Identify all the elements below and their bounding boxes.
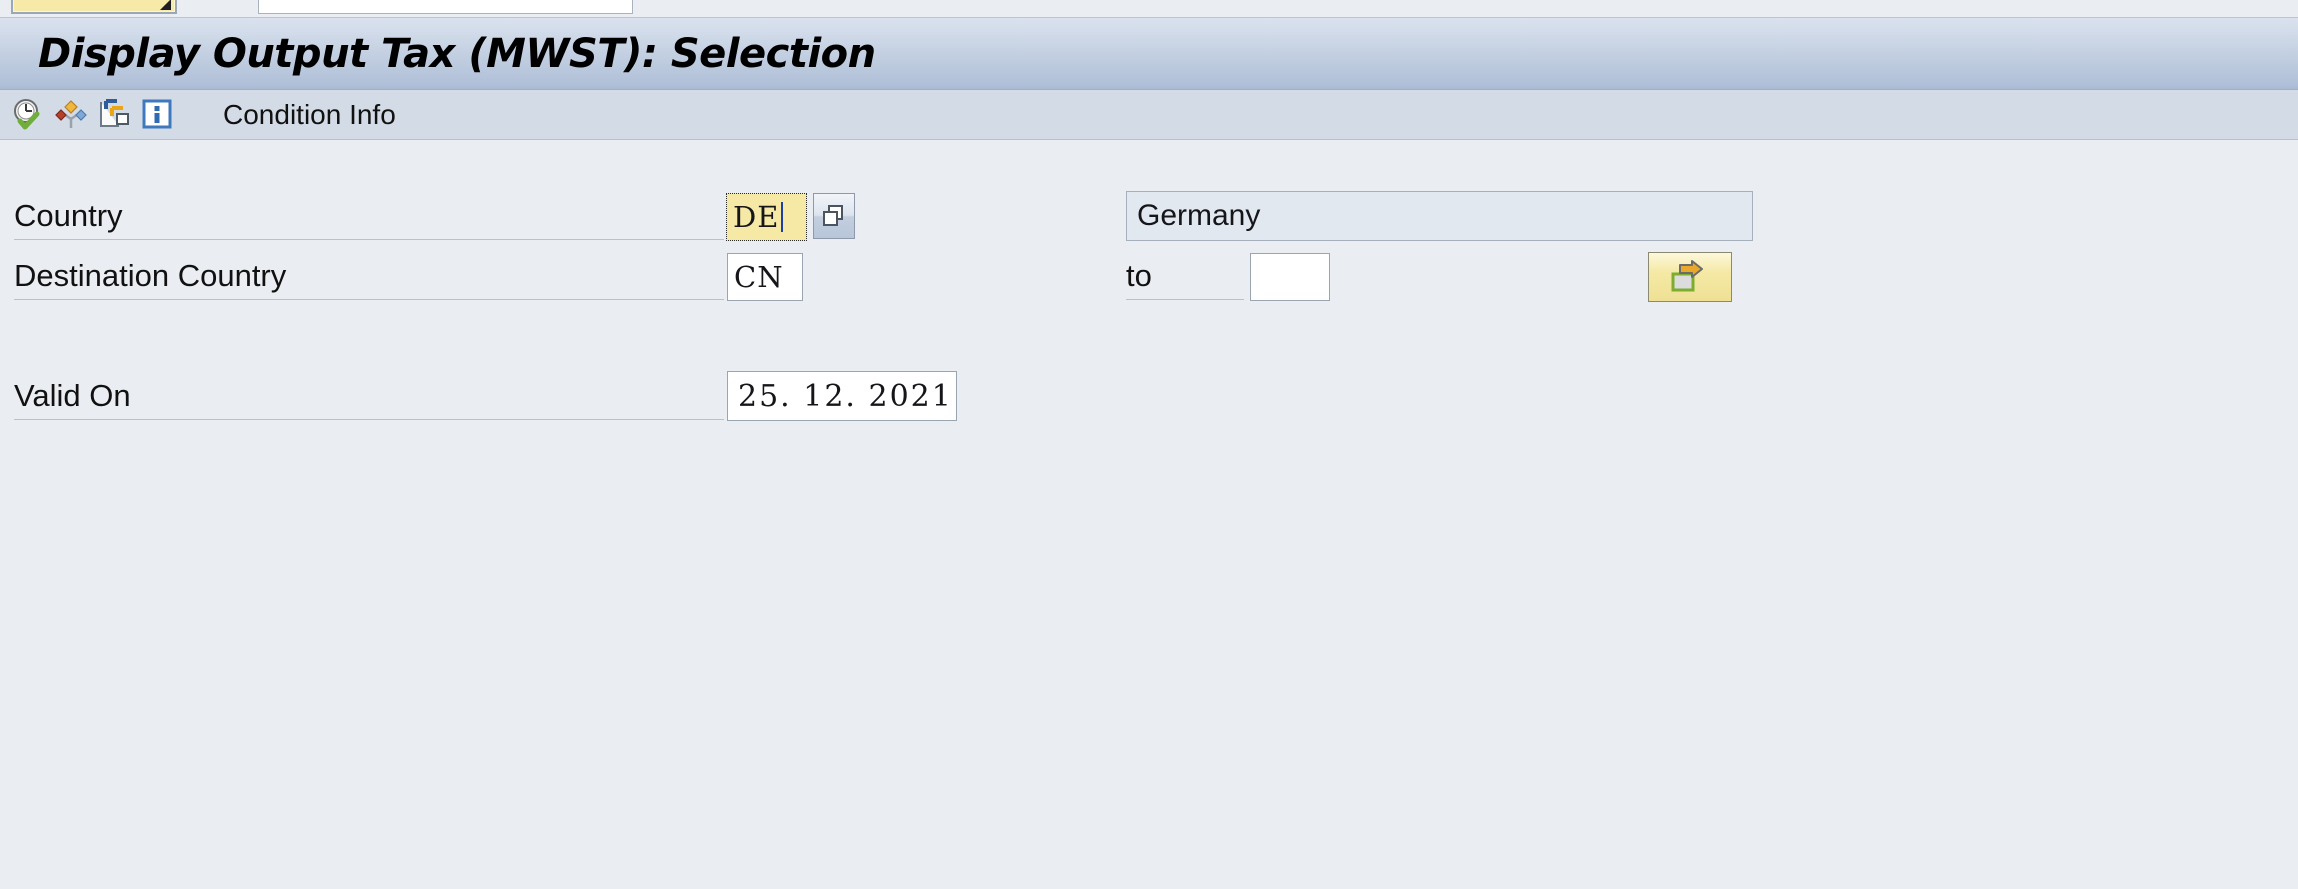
to-label: to <box>1126 258 1152 293</box>
multiple-selection-button[interactable] <box>1648 252 1732 302</box>
destination-country-to-input[interactable] <box>1250 253 1330 301</box>
country-label: Country <box>14 198 123 233</box>
multiple-selection-arrow-icon <box>1671 260 1703 292</box>
country-row: Country DE Germany <box>0 191 2298 243</box>
condition-structure-button[interactable] <box>53 96 89 132</box>
command-bar <box>0 0 2298 17</box>
text-caret <box>781 202 784 232</box>
destination-country-from-input[interactable]: CN <box>727 253 803 301</box>
valid-on-label: Valid On <box>14 378 131 413</box>
destination-country-row: Destination Country CN to <box>0 251 2298 303</box>
valid-on-input[interactable]: 25. 12. 2021 <box>727 371 957 421</box>
application-toolbar: Condition Info <box>0 90 2298 140</box>
to-label-underline <box>1126 299 1244 300</box>
destination-country-label-underline <box>14 299 724 300</box>
destination-country-label: Destination Country <box>14 258 287 293</box>
copy-icon <box>100 99 129 127</box>
valid-on-label-underline <box>14 419 724 420</box>
valid-on-row: Valid On 25. 12. 2021 <box>0 371 2298 423</box>
diamond-tree-icon <box>55 100 87 128</box>
triangle-down-icon[interactable] <box>160 0 171 10</box>
country-input[interactable]: DE <box>726 193 807 241</box>
toolbar-button-group <box>10 96 175 132</box>
country-label-underline <box>14 239 724 240</box>
destination-country-from-value: CN <box>734 260 784 294</box>
info-icon <box>142 99 172 129</box>
transaction-code-field[interactable] <box>11 0 177 14</box>
clock-check-icon <box>14 99 40 130</box>
selection-form: Country DE Germany Destination Country C… <box>0 141 2298 889</box>
country-matchcode-button[interactable] <box>813 193 855 239</box>
condition-info-label: Condition Info <box>223 98 396 130</box>
copy-condition-button[interactable] <box>96 96 132 132</box>
validity-periods-button[interactable] <box>10 96 46 132</box>
country-description-field: Germany <box>1126 191 1753 241</box>
valid-on-value: 25. 12. 2021 <box>738 378 953 414</box>
page-title: Display Output Tax (MWST): Selection <box>38 30 876 77</box>
country-input-value: DE <box>733 200 780 234</box>
country-description-value: Germany <box>1137 199 1261 232</box>
title-bar: Display Output Tax (MWST): Selection <box>0 17 2298 90</box>
info-button[interactable] <box>139 96 175 132</box>
matchcode-icon <box>823 205 843 226</box>
okcode-input[interactable] <box>258 0 633 14</box>
